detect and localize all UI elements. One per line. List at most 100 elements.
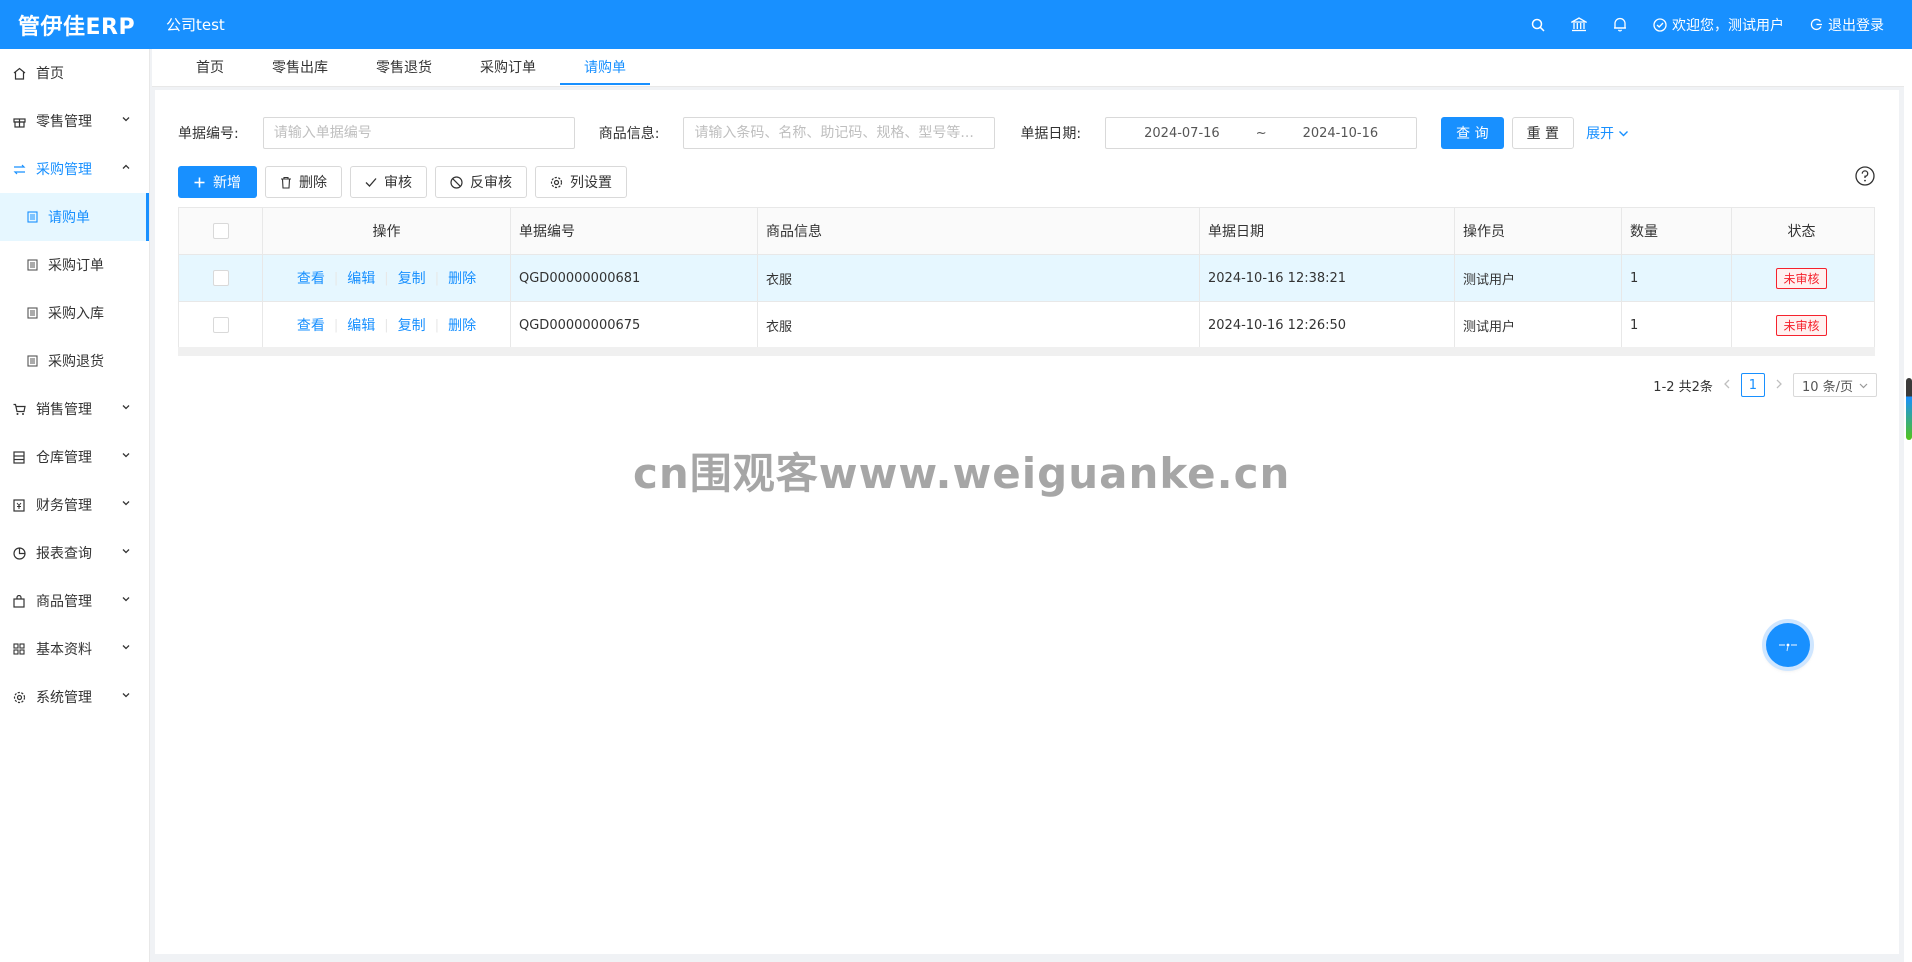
sidebar-item-finance[interactable]: 财务管理	[0, 481, 149, 529]
row-select-cell	[179, 302, 263, 348]
search-button[interactable]: 查 询	[1441, 117, 1504, 149]
cell-operator: 测试用户	[1455, 255, 1622, 301]
pagination: 1-2 共2条 1 10 条/页	[1653, 373, 1877, 397]
help-icon[interactable]	[1855, 166, 1875, 190]
page-number[interactable]: 1	[1740, 373, 1765, 397]
sidebar-subitem-label: 采购入库	[48, 306, 104, 322]
document-icon	[26, 259, 38, 271]
chevron-up-icon	[122, 164, 130, 169]
page-size-value: 10 条/页	[1801, 379, 1853, 395]
sidebar-item-home[interactable]: 首页	[0, 49, 149, 97]
logout-text: 退出登录	[1828, 17, 1884, 34]
view-link[interactable]: 查看	[297, 315, 325, 335]
cell-status: 未审核	[1732, 255, 1871, 301]
sidebar-subitem-label: 采购退货	[48, 354, 104, 370]
sidebar-subitem-purchase-inbound[interactable]: 采购入库	[0, 289, 149, 337]
cell-qty: 1	[1622, 302, 1732, 348]
app-logo: 管伊佳ERP	[18, 14, 136, 40]
page-scrollbar-thumb[interactable]	[1906, 378, 1912, 440]
search-icon[interactable]	[1531, 18, 1545, 32]
action-toolbar: 新增 删除 审核 反审核 列设置	[178, 166, 627, 198]
sidebar-item-sales[interactable]: 销售管理	[0, 385, 149, 433]
bell-icon[interactable]	[1613, 17, 1627, 32]
delete-button[interactable]: 删除	[265, 166, 342, 198]
gift-icon	[12, 114, 26, 128]
sidebar-item-warehouse[interactable]: 仓库管理	[0, 433, 149, 481]
cell-date: 2024-10-16 12:26:50	[1200, 302, 1455, 348]
sidebar-item-reports[interactable]: 报表查询	[0, 529, 149, 577]
sidebar-item-label: 零售管理	[36, 114, 92, 130]
bill-no-input[interactable]	[262, 117, 575, 149]
sidebar-subitem-purchase-order[interactable]: 采购订单	[0, 241, 149, 289]
col-header-goods: 商品信息	[758, 208, 1200, 254]
table-horizontal-scrollbar[interactable]	[178, 347, 1875, 356]
chevron-down-icon	[122, 645, 130, 650]
page-size-select[interactable]: 10 条/页	[1792, 373, 1877, 397]
copy-link[interactable]: 复制	[398, 268, 426, 288]
welcome-user[interactable]: 欢迎您，测试用户	[1653, 15, 1784, 35]
stop-icon	[450, 175, 463, 189]
delete-link[interactable]: 删除	[448, 315, 476, 335]
date-range-picker[interactable]: 2024-07-16 ~ 2024-10-16	[1105, 117, 1418, 149]
edit-link[interactable]: 编辑	[347, 315, 375, 335]
search-filter-bar: 单据编号: 商品信息: 单据日期: 2024-07-16 ~ 2024-10-1…	[178, 117, 1629, 149]
next-page-icon[interactable]	[1775, 378, 1783, 393]
unaudit-button[interactable]: 反审核	[435, 166, 527, 198]
table-header-row: 操作 单据编号 商品信息 单据日期 操作员 数量 状态	[179, 208, 1874, 255]
audit-button[interactable]: 审核	[350, 166, 427, 198]
cell-qty: 1	[1622, 255, 1732, 301]
grid-icon	[12, 642, 26, 656]
sidebar-subitem-label: 采购订单	[48, 258, 104, 274]
delete-link[interactable]: 删除	[448, 268, 476, 288]
pagination-summary: 1-2 共2条	[1653, 379, 1713, 395]
logout-icon	[1810, 18, 1822, 31]
edit-link[interactable]: 编辑	[347, 268, 375, 288]
reset-label: 重 置	[1526, 126, 1560, 142]
tab-home[interactable]: 首页	[172, 49, 248, 87]
divider: |	[384, 270, 389, 286]
row-checkbox[interactable]	[212, 270, 229, 286]
cell-bill-no: QGD00000000675	[511, 302, 758, 348]
column-settings-button[interactable]: 列设置	[535, 166, 627, 198]
row-actions: 查看 | 编辑 | 复制 | 删除	[263, 255, 511, 301]
divider: |	[434, 317, 440, 333]
sidebar-item-system[interactable]: 系统管理	[0, 673, 149, 721]
sidebar-item-goods[interactable]: 商品管理	[0, 577, 149, 625]
col-header-date: 单据日期	[1200, 208, 1455, 254]
sidebar-item-retail[interactable]: 零售管理	[0, 97, 149, 145]
status-badge: 未审核	[1776, 267, 1827, 289]
select-all-checkbox[interactable]	[212, 223, 229, 239]
sidebar-item-label: 仓库管理	[36, 450, 92, 466]
copy-link[interactable]: 复制	[398, 315, 426, 335]
goods-info-input[interactable]	[683, 117, 996, 149]
row-checkbox[interactable]	[212, 317, 229, 333]
tab-retail-outbound[interactable]: 零售出库	[248, 49, 352, 87]
table-row[interactable]: 查看 | 编辑 | 复制 | 删除 QGD00000000675 衣服 2024-10…	[179, 302, 1874, 349]
reset-button[interactable]: 重 置	[1511, 117, 1575, 149]
sidebar-item-basic-data[interactable]: 基本资料	[0, 625, 149, 673]
add-button[interactable]: 新增	[178, 166, 257, 198]
date-end: 2024-10-16	[1302, 125, 1379, 141]
bank-icon[interactable]	[1571, 17, 1587, 32]
prev-page-icon[interactable]	[1723, 378, 1731, 393]
tab-purchase-request[interactable]: 请购单	[560, 49, 650, 87]
expand-link[interactable]: 展开	[1586, 123, 1629, 143]
sidebar-subitem-purchase-request[interactable]: 请购单	[0, 193, 149, 241]
bill-date-label: 单据日期:	[1020, 126, 1082, 142]
divider: |	[333, 317, 339, 333]
home-icon	[12, 66, 26, 80]
audit-label: 审核	[384, 175, 412, 191]
tab-retail-return[interactable]: 零售退货	[352, 49, 456, 87]
watermark-text: cn围观客www.weiguanke.cn	[633, 449, 1291, 498]
sidebar-item-label: 首页	[36, 66, 64, 82]
sidebar-subitem-purchase-return[interactable]: 采购退货	[0, 337, 149, 385]
table-row[interactable]: 查看 | 编辑 | 复制 | 删除 QGD00000000681 衣服 2024-10…	[179, 255, 1874, 302]
view-link[interactable]: 查看	[297, 268, 325, 288]
tab-purchase-order[interactable]: 采购订单	[456, 49, 560, 87]
floating-action-button[interactable]	[1766, 623, 1810, 667]
logout-button[interactable]: 退出登录	[1810, 15, 1884, 35]
sidebar-item-purchase[interactable]: 采购管理	[0, 145, 149, 193]
cell-bill-no: QGD00000000681	[511, 255, 758, 301]
purchase-request-table: 操作 单据编号 商品信息 单据日期 操作员 数量 状态 查看 | 编辑 | 复制 | …	[178, 207, 1875, 349]
chevron-down-icon	[122, 597, 130, 602]
